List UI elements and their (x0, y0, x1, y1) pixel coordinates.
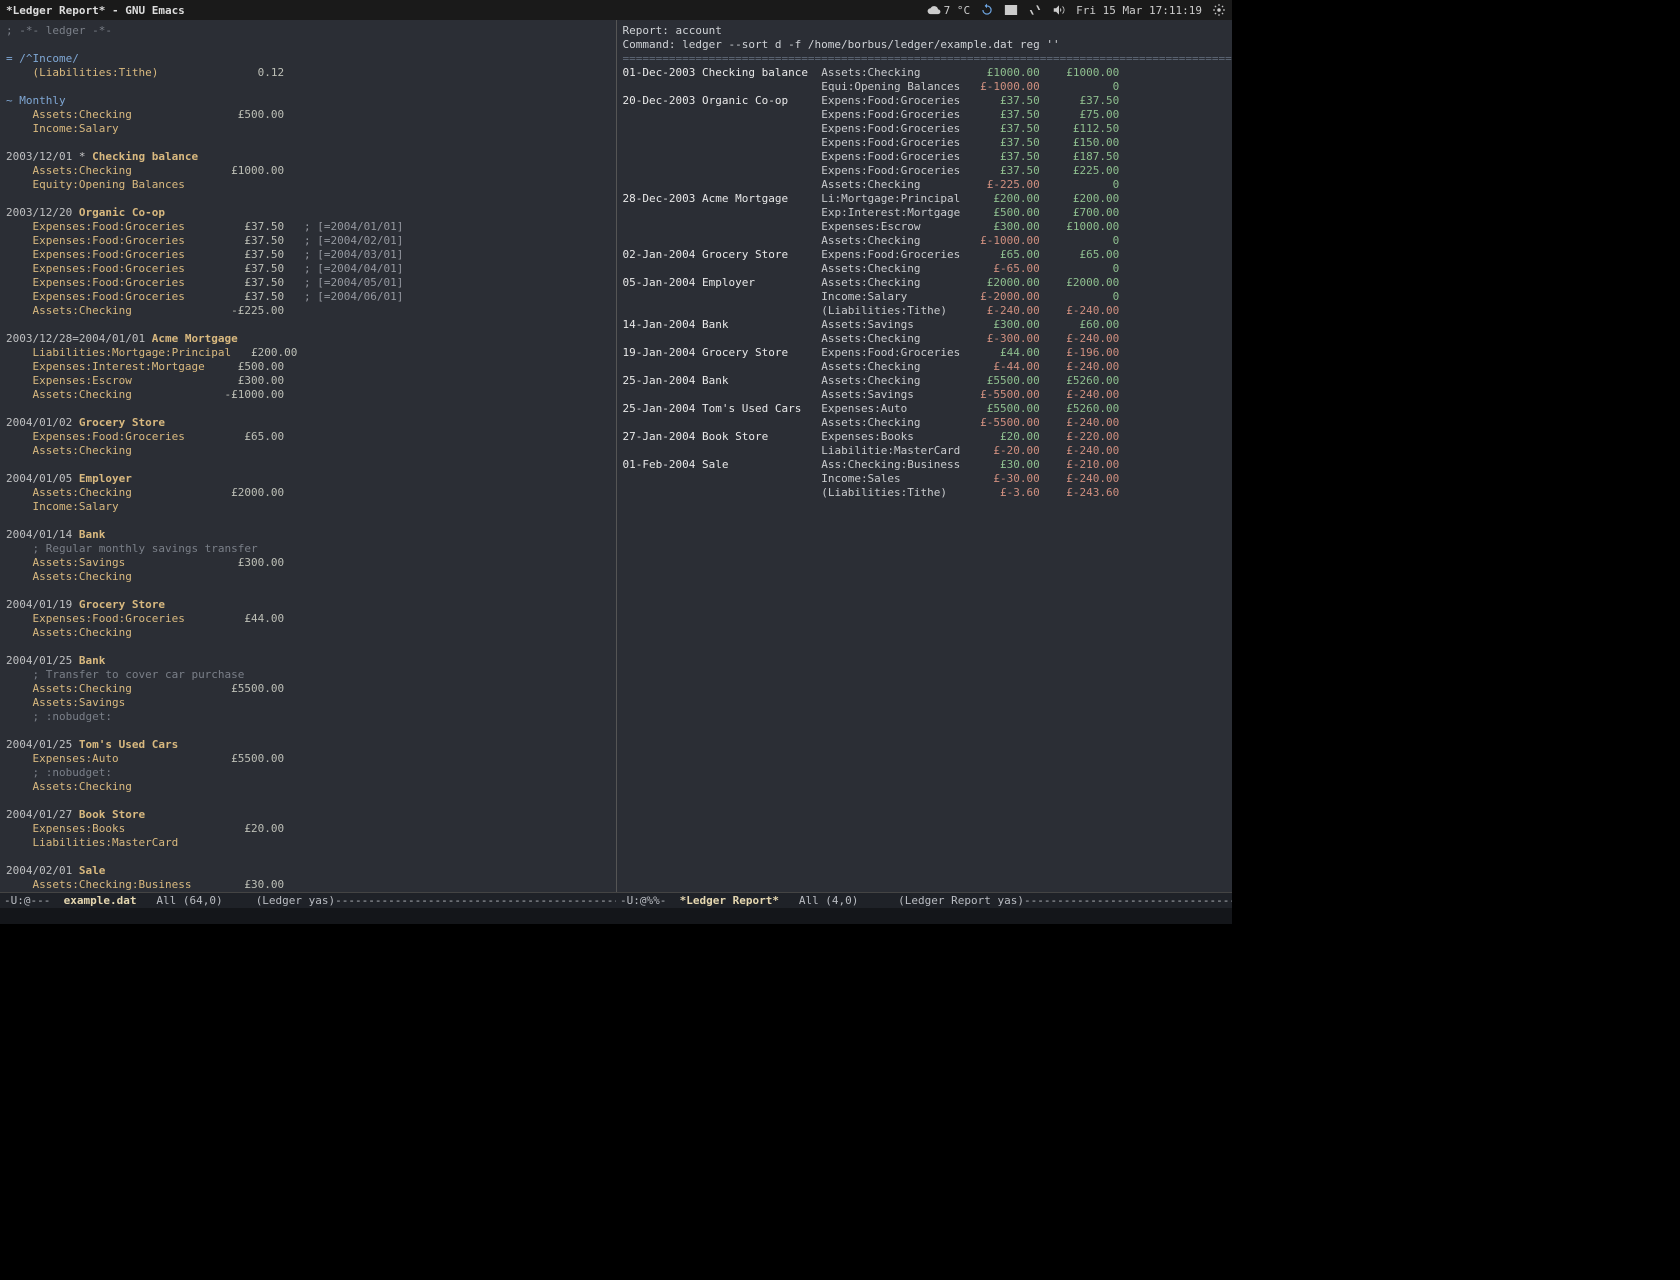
modeline-right[interactable]: -U:@%%- *Ledger Report* All (4,0) (Ledge… (616, 892, 1232, 908)
modeline-row: -U:@--- example.dat All (64,0) (Ledger y… (0, 892, 1232, 908)
refresh-icon[interactable] (980, 3, 994, 17)
clock-text[interactable]: Fri 15 Mar 17:11:19 (1076, 4, 1202, 17)
mail-icon[interactable] (1004, 3, 1018, 17)
modeline-flags: -U:@%%- (620, 894, 680, 907)
system-menu-icon[interactable] (1212, 3, 1226, 17)
modeline-buffer-name: example.dat (64, 894, 137, 907)
os-top-bar: *Ledger Report* - GNU Emacs 7 °C Fri 15 … (0, 0, 1232, 20)
network-icon[interactable] (1028, 3, 1042, 17)
modeline-position: All (4,0) (779, 894, 898, 907)
modeline-mode: (Ledger yas) (256, 894, 335, 907)
cloud-icon (927, 3, 941, 17)
ledger-report-buffer[interactable]: Report: account Command: ledger --sort d… (616, 20, 1233, 892)
ledger-source-buffer[interactable]: ; -*- ledger -*- = /^Income/ (Liabilitie… (0, 20, 616, 892)
modeline-fill: ----------------------------------------… (1024, 894, 1232, 907)
weather-text: 7 °C (944, 4, 971, 17)
modeline-buffer-name: *Ledger Report* (680, 894, 779, 907)
modeline-fill: ----------------------------------------… (335, 894, 616, 907)
volume-icon[interactable] (1052, 3, 1066, 17)
modeline-left[interactable]: -U:@--- example.dat All (64,0) (Ledger y… (0, 892, 616, 908)
window-title: *Ledger Report* - GNU Emacs (6, 4, 185, 17)
weather-indicator[interactable]: 7 °C (927, 3, 971, 17)
modeline-mode: (Ledger Report yas) (898, 894, 1024, 907)
modeline-flags: -U:@--- (4, 894, 64, 907)
modeline-position: All (64,0) (136, 894, 255, 907)
minibuffer[interactable] (0, 908, 1232, 924)
editor-workspace: ; -*- ledger -*- = /^Income/ (Liabilitie… (0, 20, 1232, 892)
